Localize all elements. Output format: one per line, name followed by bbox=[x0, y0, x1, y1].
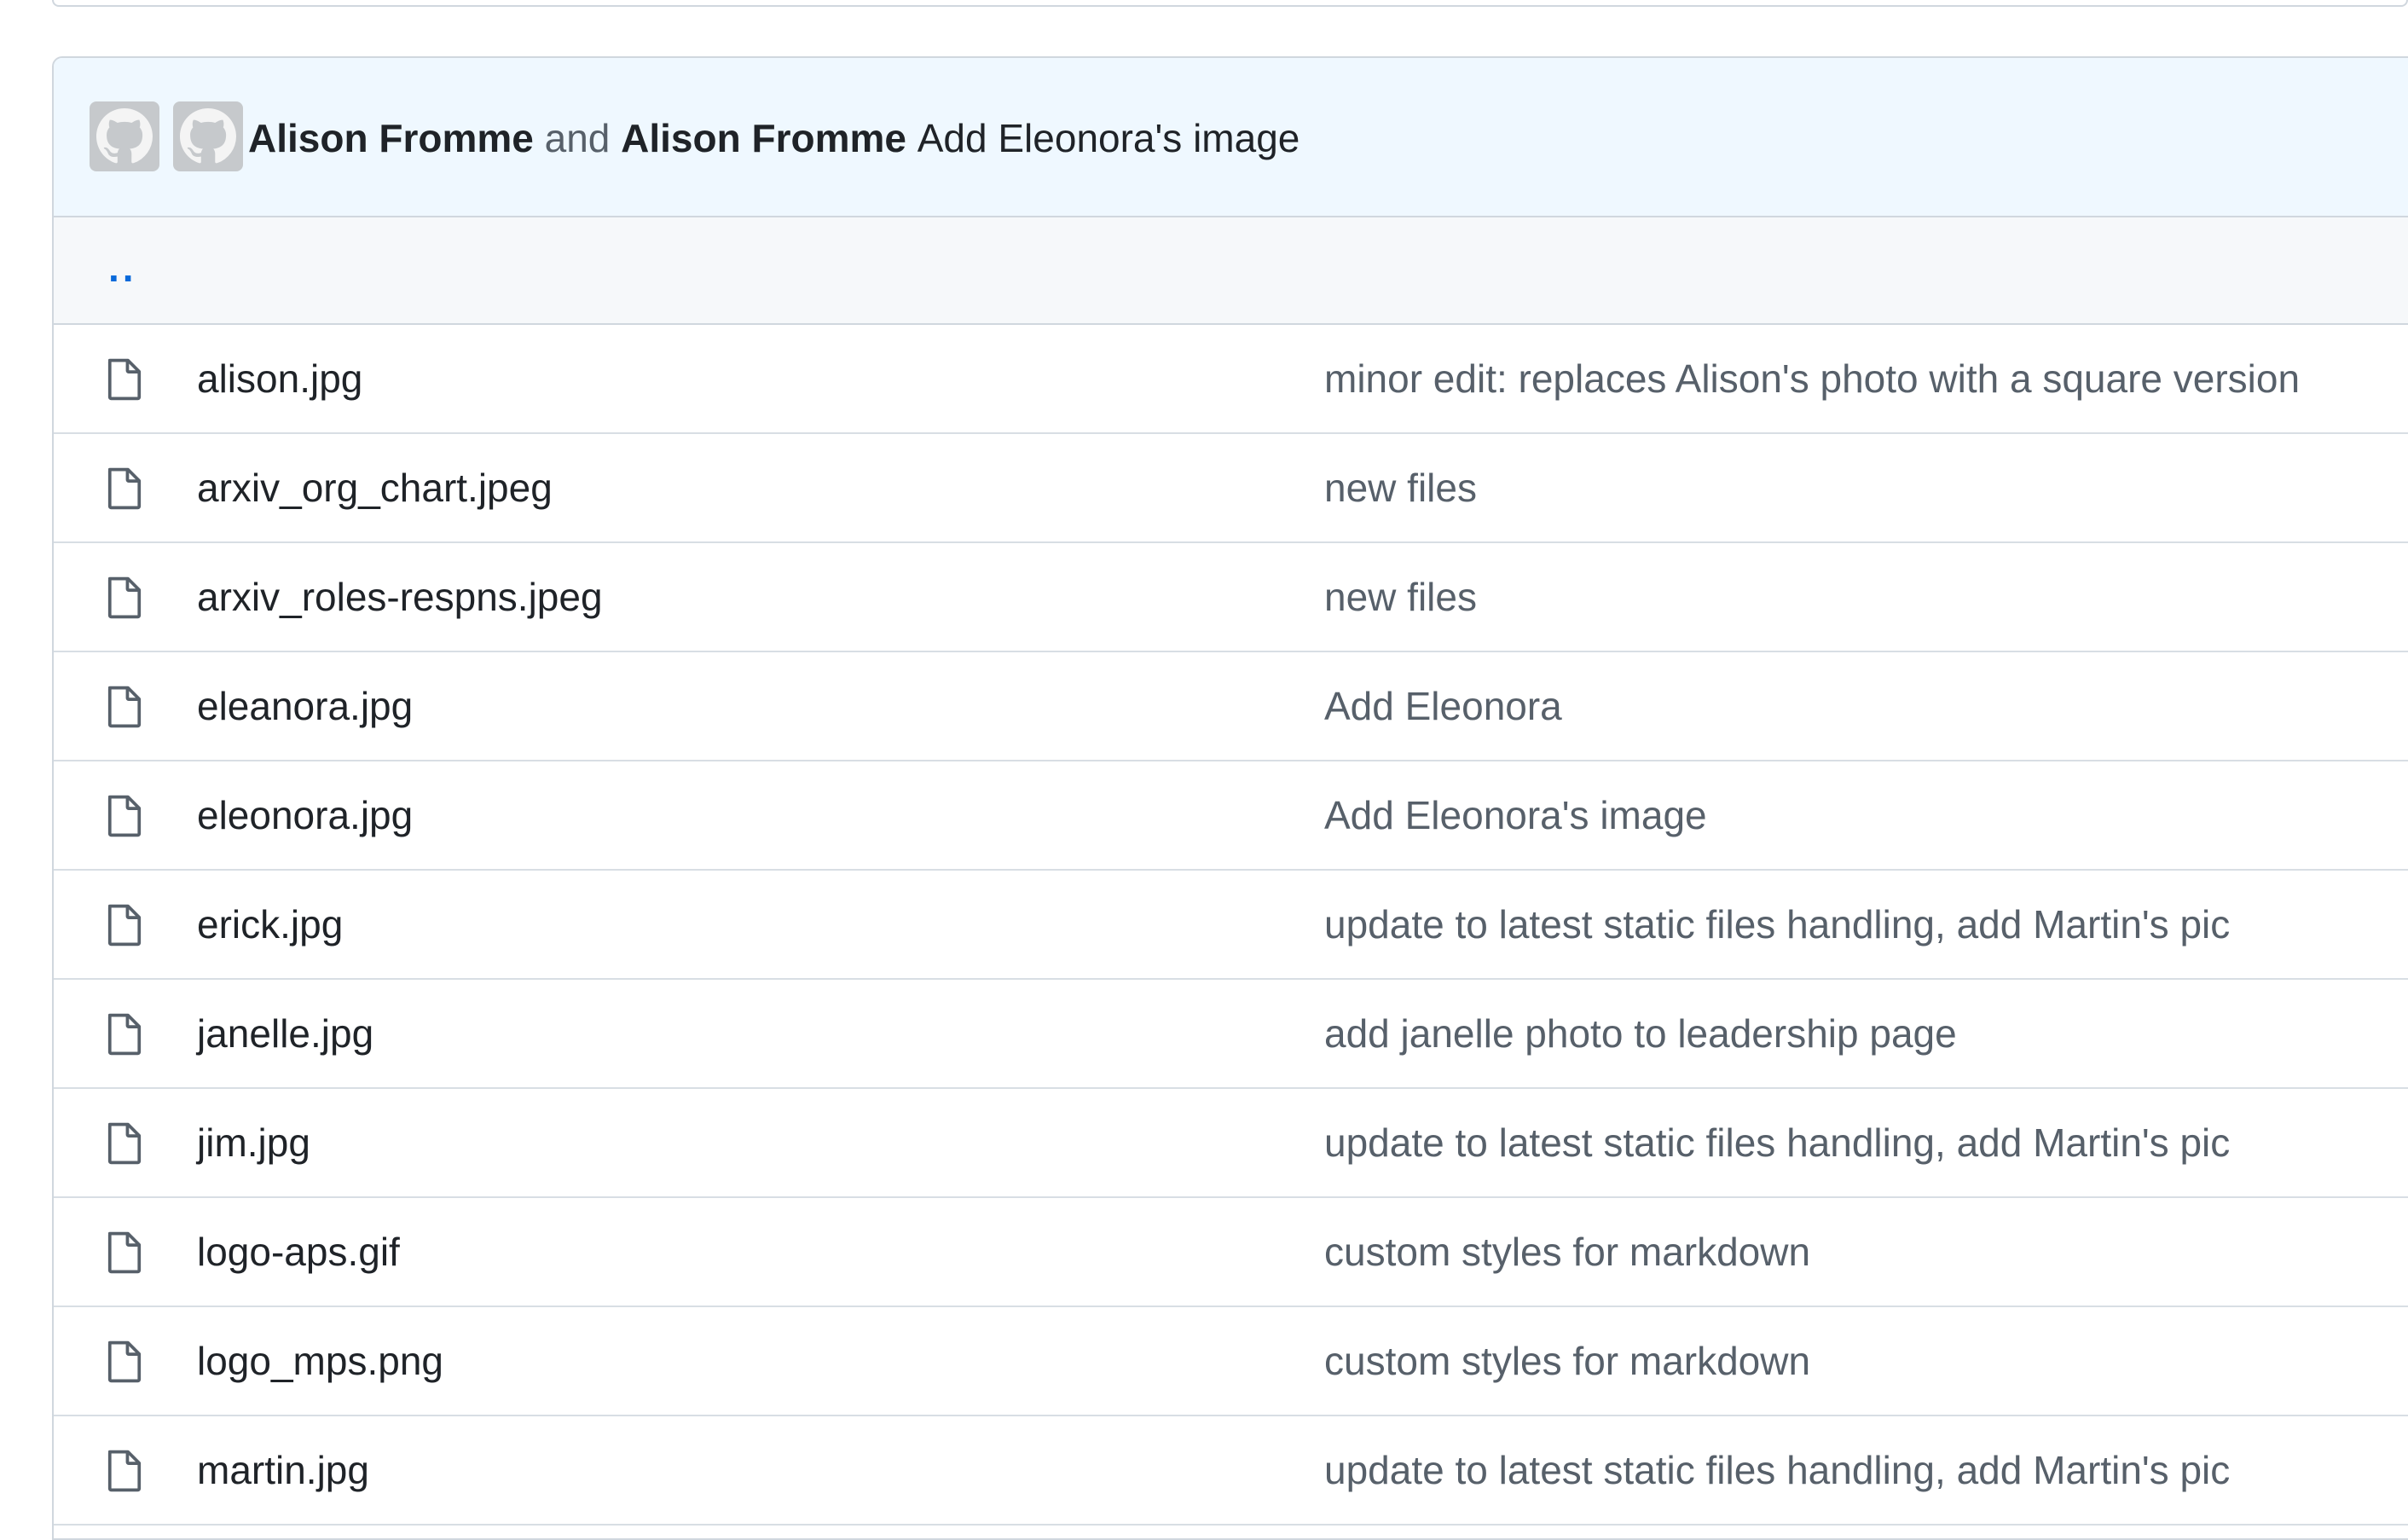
file-row[interactable]: eleanora.jpg Add Eleonora bbox=[54, 652, 2408, 761]
file-name-link[interactable]: eleonora.jpg bbox=[197, 761, 413, 869]
file-name-link[interactable]: logo_mps.png bbox=[197, 1307, 443, 1415]
commit-author-link[interactable]: Alison Fromme bbox=[248, 115, 534, 161]
file-icon bbox=[105, 466, 144, 511]
file-row[interactable]: janelle.jpg add janelle photo to leadersh… bbox=[54, 980, 2408, 1089]
file-row[interactable]: eleonora.jpg Add Eleonora's image bbox=[54, 761, 2408, 871]
commit-summary: Alison Fromme and Alison Fromme Add Eleo… bbox=[248, 58, 1300, 217]
file-row[interactable]: arxiv_roles-respns.jpeg new files bbox=[54, 543, 2408, 652]
file-commit-message-link[interactable]: Add Eleonora's image bbox=[1324, 761, 1707, 869]
file-icon bbox=[105, 794, 144, 838]
file-icon bbox=[105, 357, 144, 402]
file-name-link[interactable]: alison.jpg bbox=[197, 325, 362, 432]
file-commit-message-link[interactable]: add janelle photo to leadership page bbox=[1324, 980, 1957, 1087]
commit-message-link[interactable]: Add Eleonora's image bbox=[917, 115, 1300, 161]
file-browser-box: Alison Fromme and Alison Fromme Add Eleo… bbox=[52, 56, 2408, 1540]
file-name-link[interactable]: martin.jpg bbox=[197, 1416, 369, 1524]
file-commit-message-link[interactable]: update to latest static files handling, … bbox=[1324, 871, 2230, 978]
file-name-link[interactable]: eleanora.jpg bbox=[197, 652, 413, 760]
file-name-link[interactable]: logo-aps.gif bbox=[197, 1198, 400, 1306]
file-icon bbox=[105, 1230, 144, 1275]
file-name-link[interactable]: arxiv_roles-respns.jpeg bbox=[197, 543, 603, 651]
file-icon bbox=[105, 685, 144, 729]
github-octocat-icon bbox=[96, 108, 153, 164]
file-row[interactable]: alison.jpg minor edit: replaces Alison's … bbox=[54, 325, 2408, 434]
file-commit-message-link[interactable]: update to latest static files handling, … bbox=[1324, 1416, 2230, 1524]
file-icon bbox=[105, 576, 144, 620]
coauthor-avatar[interactable] bbox=[173, 101, 243, 171]
file-commit-message-link[interactable]: minor edit: replaces Alison's photo with… bbox=[1324, 325, 2300, 432]
latest-commit-header: Alison Fromme and Alison Fromme Add Eleo… bbox=[54, 58, 2408, 217]
file-row[interactable]: logo-aps.gif custom styles for markdown bbox=[54, 1198, 2408, 1307]
file-name-link[interactable]: janelle.jpg bbox=[197, 980, 373, 1087]
file-row[interactable]: jim.jpg update to latest static files han… bbox=[54, 1089, 2408, 1198]
file-list: alison.jpg minor edit: replaces Alison's … bbox=[54, 325, 2408, 1526]
parent-directory-row[interactable]: .. bbox=[54, 217, 2408, 325]
file-icon bbox=[105, 1121, 144, 1166]
file-name-link[interactable]: jim.jpg bbox=[197, 1089, 310, 1196]
file-commit-message-link[interactable]: new files bbox=[1324, 434, 1477, 541]
file-name-link[interactable]: erick.jpg bbox=[197, 871, 343, 978]
file-commit-message-link[interactable]: new files bbox=[1324, 543, 1477, 651]
file-name-link[interactable]: arxiv_org_chart.jpeg bbox=[197, 434, 553, 541]
file-row[interactable]: arxiv_org_chart.jpeg new files bbox=[54, 434, 2408, 543]
commit-coauthor-link[interactable]: Alison Fromme bbox=[621, 115, 906, 161]
file-commit-message-link[interactable]: custom styles for markdown bbox=[1324, 1198, 1810, 1306]
file-row[interactable]: erick.jpg update to latest static files h… bbox=[54, 871, 2408, 980]
file-icon bbox=[105, 1012, 144, 1057]
file-row[interactable]: martin.jpg update to latest static files … bbox=[54, 1416, 2408, 1526]
file-icon bbox=[105, 1449, 144, 1493]
parent-directory-link[interactable]: .. bbox=[108, 245, 137, 291]
file-commit-message-link[interactable]: Add Eleonora bbox=[1324, 652, 1562, 760]
github-octocat-icon bbox=[180, 108, 236, 164]
file-row[interactable]: logo_mps.png custom styles for markdown bbox=[54, 1307, 2408, 1416]
file-icon bbox=[105, 903, 144, 947]
author-joiner: and bbox=[544, 115, 611, 160]
author-avatar[interactable] bbox=[90, 101, 159, 171]
previous-panel-border bbox=[52, 0, 2408, 7]
file-commit-message-link[interactable]: update to latest static files handling, … bbox=[1324, 1089, 2230, 1196]
file-commit-message-link[interactable]: custom styles for markdown bbox=[1324, 1307, 1810, 1415]
file-icon bbox=[105, 1340, 144, 1384]
